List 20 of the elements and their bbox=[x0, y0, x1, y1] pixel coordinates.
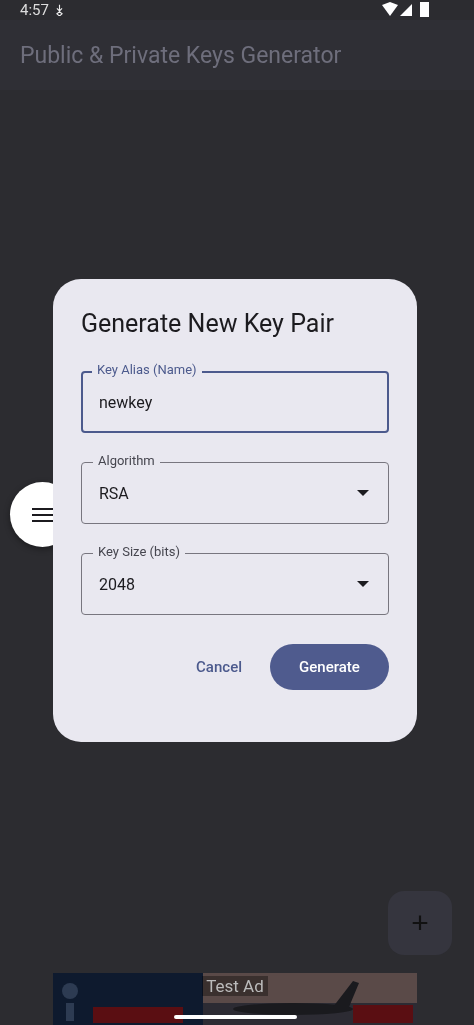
input-field[interactable]: Key Alias (Name) newkey bbox=[81, 362, 389, 433]
field-label: Algorithm bbox=[93, 453, 160, 469]
dropdown-field[interactable]: Key Size (bits) 2048 bbox=[81, 544, 389, 615]
field-value: newkey bbox=[99, 392, 154, 412]
dialog-title: Generate New Key Pair bbox=[81, 309, 335, 338]
ad-label: Test Ad bbox=[202, 976, 268, 996]
field-value: RSA bbox=[99, 483, 130, 503]
cancel-button[interactable]: Cancel bbox=[192, 644, 246, 690]
ad-banner[interactable]: Test Ad bbox=[53, 973, 417, 1025]
dropdown-field[interactable]: Algorithm RSA bbox=[81, 453, 389, 524]
field-value: 2048 bbox=[99, 574, 136, 594]
field-label: Key Size (bits) bbox=[93, 544, 185, 560]
app-title: Public & Private Keys Generator bbox=[20, 41, 342, 69]
field-label: Key Alias (Name) bbox=[92, 362, 202, 378]
caret-icon bbox=[357, 581, 369, 587]
status-time: 4:57 bbox=[20, 1, 49, 19]
download-icon bbox=[54, 4, 64, 16]
menu-icon bbox=[31, 506, 54, 523]
caret-icon bbox=[357, 490, 369, 496]
generate-button[interactable]: Generate bbox=[270, 644, 389, 690]
